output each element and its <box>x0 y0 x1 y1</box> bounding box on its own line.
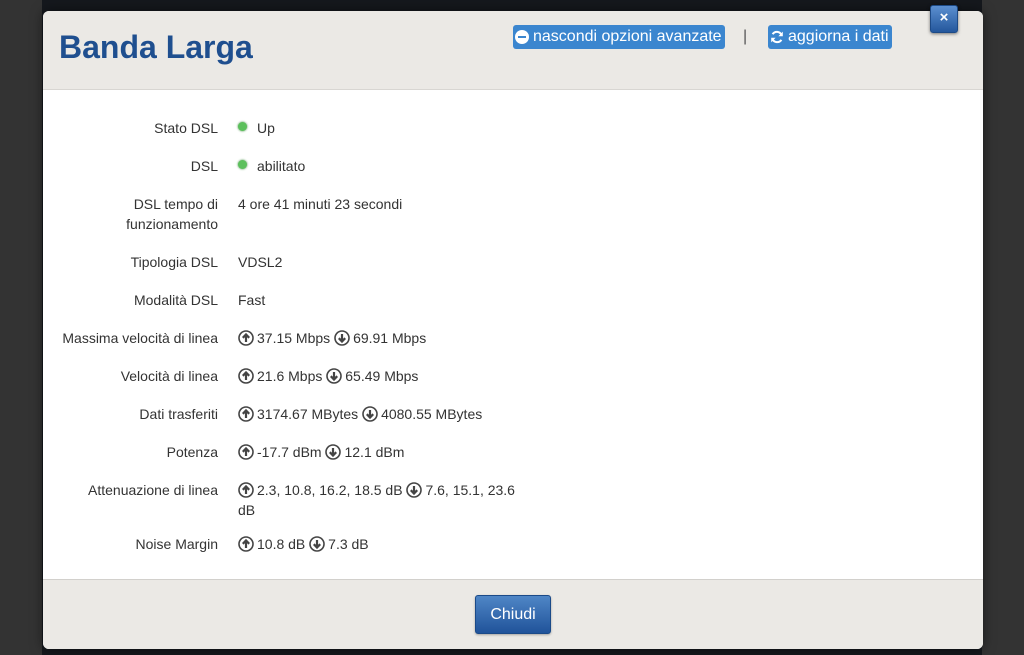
downstream-value: 69.91 Mbps <box>353 330 427 346</box>
hide-advanced-options-button[interactable]: nascondi opzioni avanzate <box>513 25 725 49</box>
refresh-data-button[interactable]: aggiorna i dati <box>768 25 892 49</box>
row-label: DSL tempo di funzionamento <box>126 196 218 232</box>
arrow-down-circle-icon <box>325 444 342 460</box>
row-label: DSL <box>190 158 218 174</box>
arrow-up-circle-icon <box>238 536 254 552</box>
row-value: 3174.67 MBytes 4080.55 MBytes <box>238 404 528 424</box>
row-value: VDSL2 <box>238 254 283 270</box>
arrow-up-circle-icon <box>238 444 254 460</box>
downstream-value: 7.3 dB <box>328 536 369 552</box>
status-text: abilitato <box>257 158 306 174</box>
upstream-value: 3174.67 MBytes <box>257 406 359 422</box>
row-value: -17.7 dBm 12.1 dBm <box>238 442 528 462</box>
downstream-value: 65.49 Mbps <box>345 368 419 384</box>
upstream-value: 21.6 Mbps <box>257 368 323 384</box>
dialog-footer: Chiudi <box>43 579 983 649</box>
arrow-down-circle-icon <box>362 406 378 422</box>
dialog-title: Banda Larga <box>59 29 253 65</box>
dialog-header: Banda Larga nascondi opzioni avanzate | … <box>43 11 983 90</box>
row-value: 4 ore 41 minuti 23 secondi <box>238 196 403 212</box>
upstream-value: 2.3, 10.8, 16.2, 18.5 dB <box>257 482 403 498</box>
row-value: 37.15 Mbps 69.91 Mbps <box>238 328 528 348</box>
arrow-down-circle-icon <box>326 368 343 384</box>
row-label: Massima velocità di linea <box>62 330 218 346</box>
refresh-data-label: aggiorna i dati <box>788 28 889 45</box>
hide-advanced-options-label: nascondi opzioni avanzate <box>533 28 722 45</box>
arrow-up-circle-icon <box>238 330 254 346</box>
header-separator: | <box>743 28 748 45</box>
arrow-down-circle-icon <box>406 482 423 498</box>
status-led-green <box>238 122 247 131</box>
row-label: Attenuazione di linea <box>88 482 218 498</box>
status-text: Up <box>257 120 275 136</box>
row-label: Dati trasferiti <box>139 406 218 422</box>
downstream-value: 12.1 dBm <box>344 444 405 460</box>
close-button[interactable]: Chiudi <box>475 595 551 634</box>
arrow-up-circle-icon <box>238 368 254 384</box>
broadband-dialog: Banda Larga nascondi opzioni avanzate | … <box>43 11 983 649</box>
dialog-body: Stato DSL Up DSL abilitato DSL tempo di … <box>43 90 983 579</box>
upstream-value: -17.7 dBm <box>257 444 322 460</box>
upstream-value: 10.8 dB <box>257 536 306 552</box>
row-label: Modalità DSL <box>133 292 218 308</box>
row-value: Up <box>238 118 528 138</box>
minus-circle-icon <box>515 30 529 44</box>
arrow-down-circle-icon <box>309 536 325 552</box>
upstream-value: 37.15 Mbps <box>257 330 331 346</box>
row-label: Tipologia DSL <box>130 254 218 270</box>
downstream-value: 4080.55 MBytes <box>381 406 483 422</box>
arrow-up-circle-icon <box>238 482 254 498</box>
row-label: Noise Margin <box>135 536 218 552</box>
row-label: Velocità di linea <box>120 368 218 384</box>
refresh-icon <box>771 30 783 44</box>
row-value: 10.8 dB 7.3 dB <box>238 534 528 554</box>
row-value: 2.3, 10.8, 16.2, 18.5 dB 7.6, 15.1, 23.6… <box>238 480 528 520</box>
close-x-icon[interactable]: × <box>930 5 958 33</box>
row-value: abilitato <box>238 156 528 176</box>
row-label: Potenza <box>166 444 218 460</box>
status-led-green <box>238 160 247 169</box>
arrow-up-circle-icon <box>238 406 254 422</box>
arrow-down-circle-icon <box>334 330 350 346</box>
row-label: Stato DSL <box>154 120 218 136</box>
row-value: Fast <box>238 292 266 308</box>
row-value: 21.6 Mbps 65.49 Mbps <box>238 366 528 386</box>
